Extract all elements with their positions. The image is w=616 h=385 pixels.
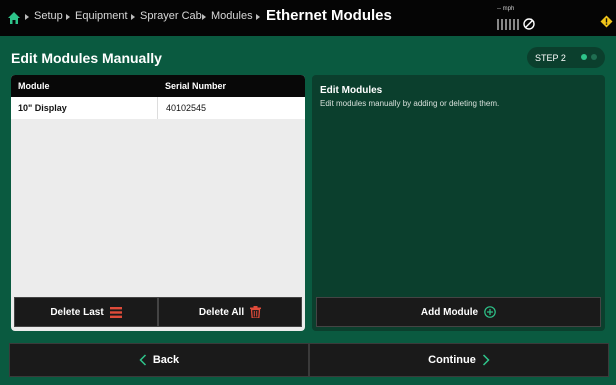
table-action-buttons: Delete Last Delete All bbox=[14, 297, 302, 327]
step-indicator: STEP 2 bbox=[527, 47, 605, 68]
list-delete-icon bbox=[109, 306, 122, 318]
breadcrumb-separator-icon bbox=[66, 14, 70, 20]
step-dot-active bbox=[581, 54, 587, 60]
edit-modules-description: Edit modules manually by adding or delet… bbox=[320, 99, 500, 108]
chevron-right-icon bbox=[482, 354, 490, 366]
add-module-label: Add Module bbox=[420, 306, 479, 318]
breadcrumb-separator-icon bbox=[202, 14, 206, 20]
breadcrumb-item-equipment[interactable]: Equipment bbox=[75, 10, 128, 22]
continue-button[interactable]: Continue bbox=[309, 343, 609, 377]
breadcrumb-separator-icon bbox=[25, 14, 29, 20]
trash-icon bbox=[250, 306, 262, 318]
breadcrumb-item-modules[interactable]: Modules bbox=[211, 10, 253, 22]
table-header: Module Serial Number bbox=[11, 75, 305, 97]
edit-modules-title: Edit Modules bbox=[320, 85, 383, 96]
continue-label: Continue bbox=[428, 354, 476, 366]
delete-last-label: Delete Last bbox=[50, 306, 104, 318]
step-dots bbox=[581, 54, 597, 60]
breadcrumb-separator-icon bbox=[256, 14, 260, 20]
breadcrumb-current: Ethernet Modules bbox=[266, 7, 392, 24]
chevron-left-icon bbox=[139, 354, 146, 366]
home-icon[interactable] bbox=[7, 11, 21, 25]
breadcrumb-separator-icon bbox=[131, 14, 135, 20]
back-button[interactable]: Back bbox=[9, 343, 309, 377]
breadcrumb-item-sprayer-cab[interactable]: Sprayer Cab bbox=[140, 10, 202, 22]
modules-table-panel: Module Serial Number 10" Display 4010254… bbox=[11, 75, 305, 331]
delete-last-button[interactable]: Delete Last bbox=[14, 297, 158, 327]
table-row[interactable]: 10" Display 40102545 bbox=[11, 97, 305, 119]
step-dot-inactive bbox=[591, 54, 597, 60]
module-cell: 10" Display bbox=[18, 103, 67, 113]
gps-icon[interactable] bbox=[522, 17, 536, 31]
top-bar: Setup Equipment Sprayer Cab Modules Ethe… bbox=[0, 0, 616, 36]
column-header-module: Module bbox=[18, 81, 50, 91]
delete-all-label: Delete All bbox=[198, 306, 245, 318]
page-title: Edit Modules Manually bbox=[11, 50, 162, 66]
breadcrumb-item-setup[interactable]: Setup bbox=[34, 10, 63, 22]
bottom-navigation: Back Continue bbox=[9, 343, 609, 377]
plus-circle-icon bbox=[484, 306, 496, 318]
serial-cell: 40102545 bbox=[157, 97, 305, 119]
warning-icon[interactable] bbox=[600, 15, 613, 28]
column-header-serial: Serial Number bbox=[165, 81, 227, 91]
signal-bars-icon bbox=[497, 19, 521, 30]
edit-modules-panel: Edit Modules Edit modules manually by ad… bbox=[312, 75, 605, 331]
add-module-button[interactable]: Add Module bbox=[316, 297, 601, 327]
back-label: Back bbox=[152, 354, 180, 366]
delete-all-button[interactable]: Delete All bbox=[158, 297, 302, 327]
speed-readout: -- mph bbox=[497, 6, 515, 12]
step-label: STEP 2 bbox=[535, 52, 566, 63]
